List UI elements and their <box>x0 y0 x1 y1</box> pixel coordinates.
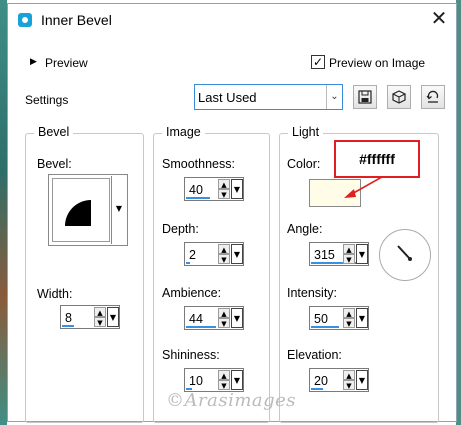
down-arrow-icon[interactable]: ▼ <box>343 380 355 390</box>
annotation-arrow <box>344 176 383 198</box>
preview-on-image-label[interactable]: Preview on Image <box>329 56 425 70</box>
elevation-slider-fill <box>311 388 323 390</box>
reset-icon <box>426 90 439 103</box>
depth-stepper[interactable]: ▲ ▼ <box>218 244 230 264</box>
ambience-dropdown[interactable]: ▼ <box>231 308 243 328</box>
ambience-stepper[interactable]: ▲ ▼ <box>218 308 230 328</box>
light-group-title: Light <box>288 125 324 139</box>
elevation-spinner[interactable]: 20 ▲ ▼ ▼ <box>309 368 369 392</box>
angle-dial[interactable] <box>379 229 431 281</box>
watermark: ©Arasimages <box>166 390 297 411</box>
preset-value: Last Used <box>198 90 257 105</box>
hex-annotation-box: #ffffff <box>334 140 420 178</box>
ambience-slider-fill <box>186 326 216 328</box>
angle-spinner[interactable]: 315 ▲ ▼ ▼ <box>309 242 369 266</box>
down-arrow-icon[interactable]: ▼ <box>218 318 230 328</box>
angle-value[interactable]: 315 <box>314 248 335 262</box>
randomize-dice-icon <box>392 90 406 104</box>
down-arrow-icon[interactable]: ▼ <box>218 380 230 390</box>
down-arrow-icon[interactable]: ▼ <box>218 254 230 264</box>
smoothness-label: Smoothness: <box>162 157 235 171</box>
bevel-shape-preview <box>52 178 110 242</box>
preset-select[interactable]: Last Used ⌄ <box>194 84 343 110</box>
down-arrow-icon[interactable]: ▼ <box>94 317 106 327</box>
reset-button[interactable] <box>421 85 445 109</box>
down-arrow-icon[interactable]: ▼ <box>343 318 355 328</box>
shininess-stepper[interactable]: ▲ ▼ <box>218 370 230 390</box>
width-label: Width: <box>37 287 73 301</box>
shininess-spinner[interactable]: 10 ▲ ▼ ▼ <box>184 368 244 392</box>
up-arrow-icon[interactable]: ▲ <box>343 308 355 318</box>
save-preset-button[interactable] <box>353 85 377 109</box>
elevation-value[interactable]: 20 <box>314 374 328 388</box>
angle-stepper[interactable]: ▲ ▼ <box>343 244 355 264</box>
window-title: Inner Bevel <box>41 12 112 28</box>
settings-row: Settings Last Used ⌄ <box>8 84 456 114</box>
chevron-down-icon[interactable]: ⌄ <box>326 85 342 109</box>
smoothness-dropdown[interactable]: ▼ <box>231 179 243 199</box>
bevel-shape-label: Bevel: <box>37 157 72 171</box>
intensity-slider-fill <box>311 326 339 328</box>
intensity-label: Intensity: <box>287 286 338 300</box>
depth-spinner[interactable]: 2 ▲ ▼ ▼ <box>184 242 244 266</box>
dial-needle-icon <box>397 245 412 261</box>
up-arrow-icon[interactable]: ▲ <box>218 370 230 380</box>
width-slider-fill <box>62 325 74 327</box>
up-arrow-icon[interactable]: ▲ <box>218 308 230 318</box>
app-icon <box>18 13 32 27</box>
intensity-dropdown[interactable]: ▼ <box>356 308 368 328</box>
close-icon[interactable]: ✕ <box>428 8 450 30</box>
intensity-value[interactable]: 50 <box>314 312 328 326</box>
ambience-spinner[interactable]: 44 ▲ ▼ ▼ <box>184 306 244 330</box>
image-group-title: Image <box>162 125 205 139</box>
inner-bevel-dialog: Inner Bevel ✕ ▶ Preview ✓ Preview on Ima… <box>7 3 457 423</box>
preview-row: ▶ Preview ✓ Preview on Image <box>8 54 456 74</box>
width-dropdown[interactable]: ▼ <box>107 307 119 327</box>
smoothness-spinner[interactable]: 40 ▲ ▼ ▼ <box>184 177 244 201</box>
bevel-dropdown-arrow[interactable]: ▼ <box>111 176 126 244</box>
depth-slider-fill <box>186 262 190 264</box>
smoothness-value[interactable]: 40 <box>189 183 203 197</box>
shininess-value[interactable]: 10 <box>189 374 203 388</box>
depth-label: Depth: <box>162 222 199 236</box>
bevel-shape-picker[interactable]: ▼ <box>48 174 128 246</box>
up-arrow-icon[interactable]: ▲ <box>94 307 106 317</box>
elevation-label: Elevation: <box>287 348 342 362</box>
width-value[interactable]: 8 <box>65 311 72 325</box>
down-arrow-icon[interactable]: ▼ <box>343 254 355 264</box>
up-arrow-icon[interactable]: ▲ <box>218 244 230 254</box>
preview-toggle[interactable]: Preview <box>45 56 88 70</box>
shininess-label: Shininess: <box>162 348 220 362</box>
elevation-dropdown[interactable]: ▼ <box>356 370 368 390</box>
angle-dropdown[interactable]: ▼ <box>356 244 368 264</box>
intensity-spinner[interactable]: 50 ▲ ▼ ▼ <box>309 306 369 330</box>
color-label: Color: <box>287 157 321 171</box>
width-spinner[interactable]: 8 ▲ ▼ ▼ <box>60 305 120 329</box>
checkmark-icon: ✓ <box>312 55 324 69</box>
down-arrow-icon[interactable]: ▼ <box>218 189 230 199</box>
angle-label: Angle: <box>287 222 323 236</box>
depth-value[interactable]: 2 <box>189 248 196 262</box>
width-stepper[interactable]: ▲ ▼ <box>94 307 106 327</box>
up-arrow-icon[interactable]: ▲ <box>343 244 355 254</box>
ambience-label: Ambience: <box>162 286 222 300</box>
smoothness-slider-fill <box>186 197 210 199</box>
expand-triangle-icon[interactable]: ▶ <box>30 57 37 67</box>
intensity-stepper[interactable]: ▲ ▼ <box>343 308 355 328</box>
settings-label: Settings <box>25 93 69 107</box>
elevation-stepper[interactable]: ▲ ▼ <box>343 370 355 390</box>
save-icon <box>358 90 372 104</box>
depth-dropdown[interactable]: ▼ <box>231 244 243 264</box>
randomize-button[interactable] <box>387 85 411 109</box>
up-arrow-icon[interactable]: ▲ <box>218 179 230 189</box>
preview-on-image-checkbox[interactable]: ✓ <box>311 55 325 69</box>
bevel-group-title: Bevel <box>34 125 74 139</box>
up-arrow-icon[interactable]: ▲ <box>343 370 355 380</box>
title-bar: Inner Bevel ✕ <box>8 4 456 34</box>
bevel-quarter-icon <box>65 200 91 226</box>
shininess-dropdown[interactable]: ▼ <box>231 370 243 390</box>
smoothness-stepper[interactable]: ▲ ▼ <box>218 179 230 199</box>
background-strip-left <box>0 0 7 425</box>
ambience-value[interactable]: 44 <box>189 312 203 326</box>
